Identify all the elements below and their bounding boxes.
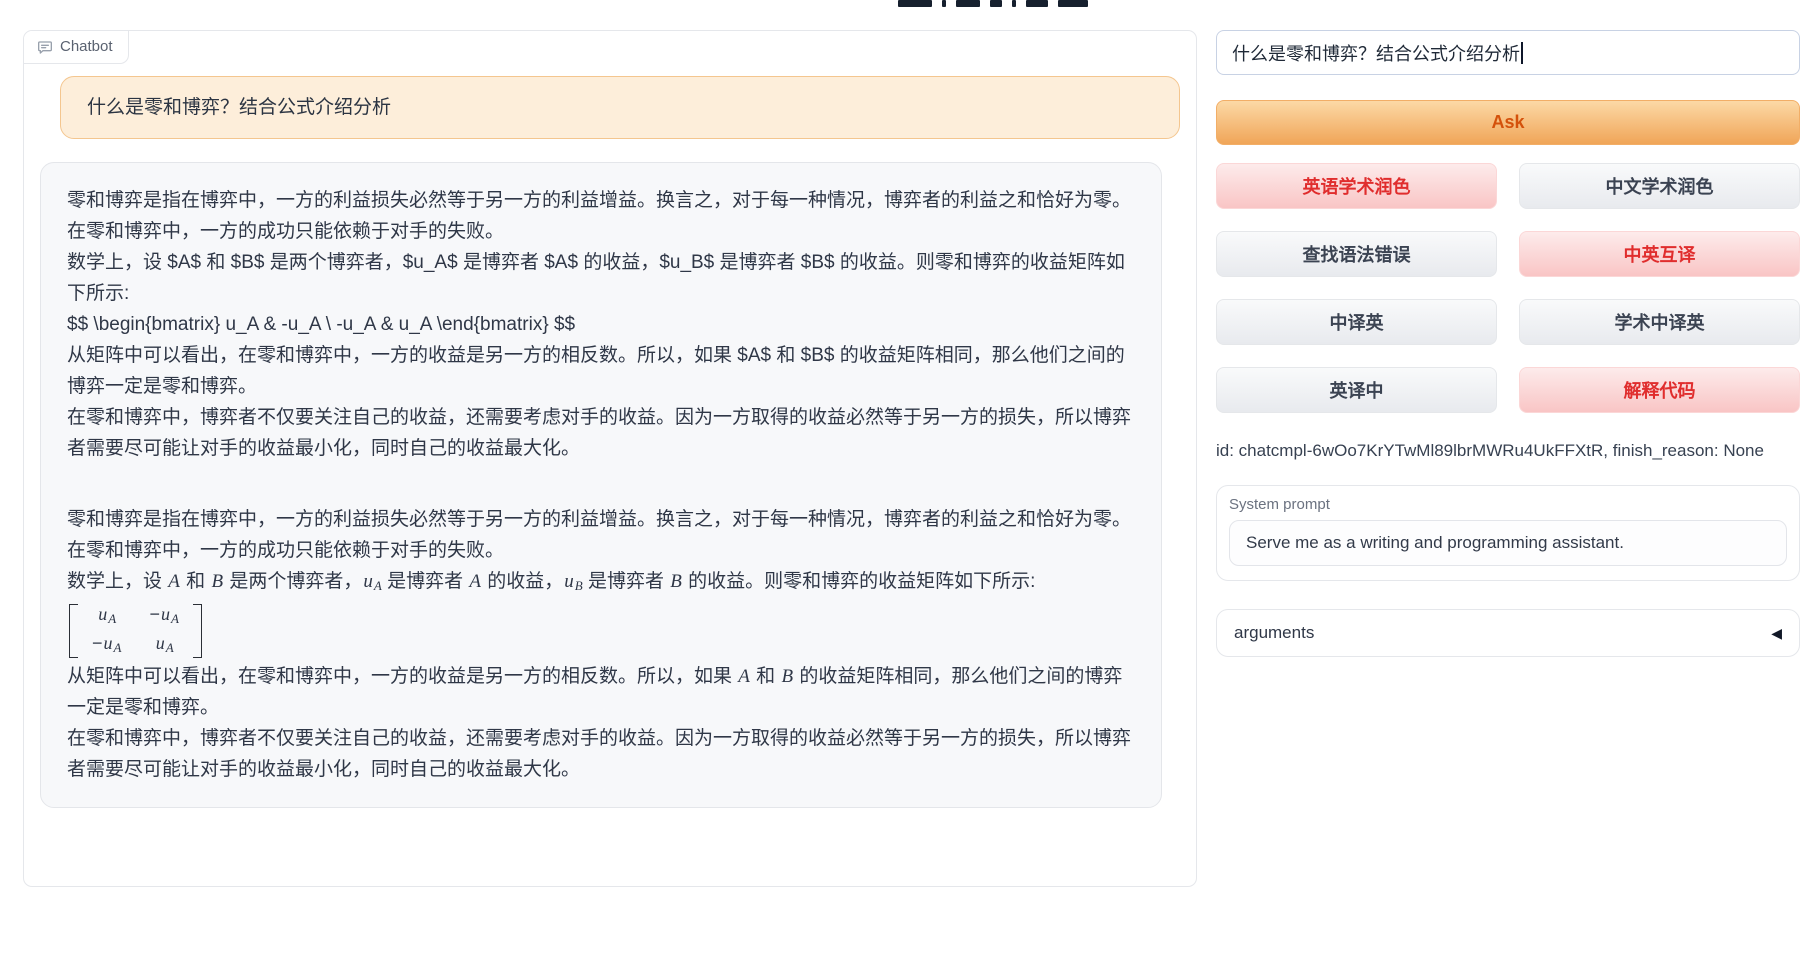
- quick-button-find-grammar-errors[interactable]: 查找语法错误: [1216, 231, 1497, 277]
- matrix-cell: uA: [155, 631, 174, 660]
- clipped-page-title: [898, 0, 1088, 9]
- chat-bubble-icon: [37, 39, 53, 55]
- question-input-value: 什么是零和博弈？结合公式介绍分析: [1232, 40, 1520, 66]
- completion-status-line: id: chatcmpl-6wOo7KrYTwMl89lbrMWRu4UkFFX…: [1216, 441, 1800, 461]
- system-prompt-input[interactable]: Serve me as a writing and programming as…: [1229, 520, 1787, 566]
- text-caret: [1521, 42, 1523, 64]
- message-gap: [67, 464, 1135, 504]
- bot-line: 在零和博弈中，博弈者不仅要关注自己的收益，还需要考虑对手的收益。因为一方取得的收…: [67, 723, 1135, 785]
- chatbot-label-tab: Chatbot: [24, 31, 129, 64]
- quick-button-en-to-zh[interactable]: 英译中: [1216, 367, 1497, 413]
- quick-button-zh-en-mutual-translate[interactable]: 中英互译: [1519, 231, 1800, 277]
- chatbot-label: Chatbot: [60, 38, 113, 55]
- quick-button-english-academic-polish[interactable]: 英语学术润色: [1216, 163, 1497, 209]
- quick-button-explain-code[interactable]: 解释代码: [1519, 367, 1800, 413]
- accordion-label: arguments: [1234, 623, 1314, 643]
- bot-line-latex: $$ \begin{bmatrix} u_A & -u_A \ -u_A & u…: [67, 309, 1135, 340]
- quick-action-grid: 英语学术润色 中文学术润色 查找语法错误 中英互译 中译英 学术中译英 英译中 …: [1216, 163, 1800, 413]
- system-prompt-card: System prompt Serve me as a writing and …: [1216, 485, 1800, 581]
- user-message-bubble: 什么是零和博弈？结合公式介绍分析: [60, 76, 1180, 139]
- bot-line: 从矩阵中可以看出，在零和博弈中，一方的收益是另一方的相反数。所以，如果 $A$ …: [67, 340, 1135, 402]
- bot-line: 数学上，设 $A$ 和 $B$ 是两个博弈者，$u_A$ 是博弈者 $A$ 的收…: [67, 247, 1135, 309]
- bot-line: 在零和博弈中，一方的成功只能依赖于对手的失败。: [67, 535, 1135, 566]
- matrix-right-bracket: [193, 604, 202, 658]
- arguments-accordion-header[interactable]: arguments ◀: [1216, 609, 1800, 657]
- bot-line-math: 数学上，设 A 和 B 是两个博弈者，uA 是博弈者 A 的收益，uB 是博弈者…: [67, 566, 1135, 601]
- matrix-cell: −uA: [92, 631, 121, 660]
- bot-line-math: 从矩阵中可以看出，在零和博弈中，一方的收益是另一方的相反数。所以，如果 A 和 …: [67, 661, 1135, 723]
- system-prompt-label: System prompt: [1229, 496, 1787, 513]
- bot-line: 在零和博弈中，一方的成功只能依赖于对手的失败。: [67, 216, 1135, 247]
- app-root: Chatbot 什么是零和博弈？结合公式介绍分析 零和博弈是指在博弈中，一方的利…: [0, 0, 1814, 961]
- bot-line: 在零和博弈中，博弈者不仅要关注自己的收益，还需要考虑对手的收益。因为一方取得的收…: [67, 402, 1135, 464]
- collapse-triangle-icon[interactable]: ◀: [1771, 625, 1782, 642]
- matrix-cell: −uA: [149, 602, 178, 631]
- bot-message-bubble: 零和博弈是指在博弈中，一方的利益损失必然等于另一方的利益增益。换言之，对于每一种…: [40, 162, 1162, 808]
- quick-button-academic-zh-to-en[interactable]: 学术中译英: [1519, 299, 1800, 345]
- quick-button-chinese-academic-polish[interactable]: 中文学术润色: [1519, 163, 1800, 209]
- bot-line: 零和博弈是指在博弈中，一方的利益损失必然等于另一方的利益增益。换言之，对于每一种…: [67, 185, 1135, 216]
- chatbot-panel: Chatbot 什么是零和博弈？结合公式介绍分析 零和博弈是指在博弈中，一方的利…: [23, 30, 1197, 887]
- matrix-cell: uA: [97, 602, 116, 631]
- payoff-matrix: uA −uA −uA uA: [69, 604, 202, 658]
- quick-button-zh-to-en[interactable]: 中译英: [1216, 299, 1497, 345]
- matrix-left-bracket: [69, 604, 78, 658]
- question-input[interactable]: 什么是零和博弈？结合公式介绍分析: [1216, 30, 1800, 75]
- system-prompt-value: Serve me as a writing and programming as…: [1246, 533, 1624, 553]
- ask-button[interactable]: Ask: [1216, 100, 1800, 145]
- bot-line: 零和博弈是指在博弈中，一方的利益损失必然等于另一方的利益增益。换言之，对于每一种…: [67, 504, 1135, 535]
- user-message-text: 什么是零和博弈？结合公式介绍分析: [87, 92, 1153, 123]
